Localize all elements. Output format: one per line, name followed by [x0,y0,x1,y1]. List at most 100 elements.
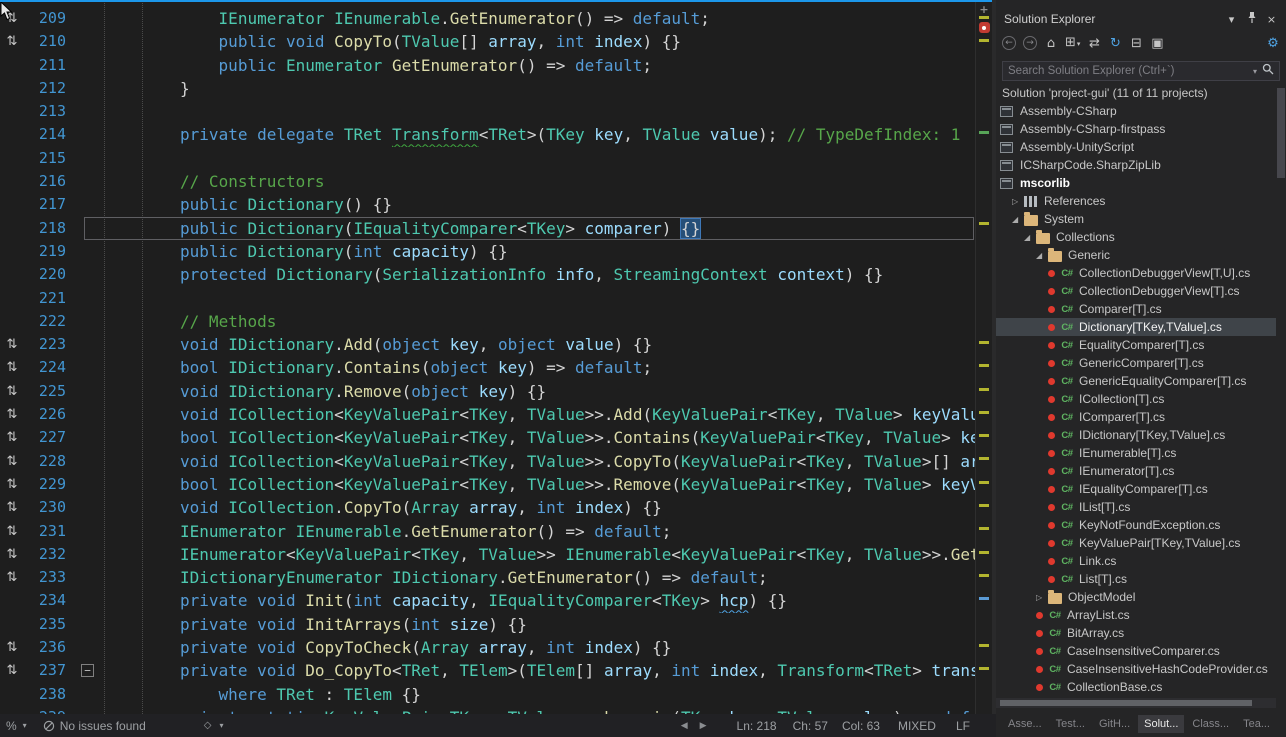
interface-impl-arrows-icon[interactable]: ⇅ [0,496,24,519]
line-number[interactable]: 226 [24,403,74,426]
tree-item-collectiondebuggerview-t-u-cs[interactable]: C#CollectionDebuggerView[T,U].cs [996,264,1276,282]
issues-summary[interactable]: No issues found [43,719,146,733]
cursor-char-indicator[interactable]: Ch: 57 [793,719,828,733]
code-line[interactable]: ⇅224bool IDictionary.Contains(object key… [0,356,992,379]
tree-item-assembly-csharp[interactable]: Assembly-CSharp [996,102,1276,120]
expanded-arrow-icon[interactable]: ◢ [1036,251,1048,260]
fold-margin[interactable] [74,426,103,449]
fold-margin[interactable] [74,147,103,170]
fold-margin[interactable] [74,123,103,146]
code-line[interactable]: 211public Enumerator GetEnumerator() => … [0,54,992,77]
fold-margin[interactable] [74,310,103,333]
code-line[interactable]: 222// Methods [0,310,992,333]
code-editor[interactable]: ⇅209IEnumerator IEnumerable.GetEnumerato… [0,0,992,714]
code-line[interactable]: 218public Dictionary(IEqualityComparer<T… [0,217,992,240]
code-line[interactable]: ⇅228void ICollection<KeyValuePair<TKey, … [0,450,992,473]
fold-margin[interactable] [74,403,103,426]
cursor-line-indicator[interactable]: Ln: 218 [737,719,777,733]
collapsed-arrow-icon[interactable]: ▷ [1036,593,1048,602]
interface-impl-arrows-icon[interactable]: ⇅ [0,520,24,543]
panel-tab-gith[interactable]: GitH... [1093,715,1136,733]
code-line[interactable]: 234private void Init(int capacity, IEqua… [0,589,992,612]
line-number[interactable]: 218 [24,217,74,240]
code-line[interactable]: ⇅225void IDictionary.Remove(object key) … [0,380,992,403]
interface-impl-arrows-icon[interactable]: ⇅ [0,636,24,659]
interface-impl-arrows-icon[interactable]: ⇅ [0,403,24,426]
code-line[interactable]: 217public Dictionary() {} [0,193,992,216]
properties-icon[interactable]: ⚙ [1266,36,1280,51]
switch-views-icon[interactable]: ⊞▾ [1065,35,1080,52]
code-line[interactable]: ⇅210public void CopyTo(TValue[] array, i… [0,30,992,53]
fold-margin[interactable] [74,30,103,53]
split-editor-handle-icon[interactable]: + [976,3,992,16]
line-number[interactable]: 219 [24,240,74,263]
code-line[interactable]: 221 [0,287,992,310]
line-number[interactable]: 230 [24,496,74,519]
tree-item-bitarray-cs[interactable]: C#BitArray.cs [996,624,1276,642]
sync-with-active-document-icon[interactable]: ⇄ [1087,36,1101,51]
line-number[interactable]: 239 [24,706,74,714]
code-line[interactable]: ⇅232IEnumerator<KeyValuePair<TKey, TValu… [0,543,992,566]
line-number[interactable]: 210 [24,30,74,53]
fold-margin[interactable] [74,333,103,356]
line-number[interactable]: 221 [24,287,74,310]
tree-item-assembly-csharp-firstpass[interactable]: Assembly-CSharp-firstpass [996,120,1276,138]
code-line[interactable]: 235private void InitArrays(int size) {} [0,613,992,636]
tree-horizontal-scrollbar[interactable] [996,698,1276,708]
code-line[interactable]: ⇅233IDictionaryEnumerator IDictionary.Ge… [0,566,992,589]
fold-margin[interactable] [74,54,103,77]
code-line[interactable]: 212} [0,77,992,100]
fold-margin[interactable] [74,100,103,123]
fold-margin[interactable] [74,706,103,714]
tree-item-ienumerator-t-cs[interactable]: C#IEnumerator[T].cs [996,462,1276,480]
fold-margin[interactable] [74,193,103,216]
code-line[interactable]: ⇅226void ICollection<KeyValuePair<TKey, … [0,403,992,426]
line-number[interactable]: 211 [24,54,74,77]
interface-impl-arrows-icon[interactable]: ⇅ [0,566,24,589]
fold-margin[interactable] [74,520,103,543]
tree-item-genericequalitycomparer-t-cs[interactable]: C#GenericEqualityComparer[T].cs [996,372,1276,390]
fold-margin[interactable] [74,496,103,519]
tree-item-iequalitycomparer-t-cs[interactable]: C#IEqualityComparer[T].cs [996,480,1276,498]
line-number[interactable]: 213 [24,100,74,123]
back-icon[interactable]: ← [1002,36,1016,50]
tree-item-ienumerable-t-cs[interactable]: C#IEnumerable[T].cs [996,444,1276,462]
tree-item-icsharpcode-sharpziplib[interactable]: ICSharpCode.SharpZipLib [996,156,1276,174]
scroll-left-icon[interactable]: ◀ [681,721,688,731]
cursor-column-indicator[interactable]: Col: 63 [842,719,880,733]
interface-impl-arrows-icon[interactable]: ⇅ [0,450,24,473]
tree-item-generic[interactable]: ◢Generic [996,246,1276,264]
line-number[interactable]: 232 [24,543,74,566]
tree-item-ilist-t-cs[interactable]: C#IList[T].cs [996,498,1276,516]
line-number[interactable]: 225 [24,380,74,403]
tree-item-comparer-t-cs[interactable]: C#Comparer[T].cs [996,300,1276,318]
tree-item-objectmodel[interactable]: ▷ObjectModel [996,588,1276,606]
code-line[interactable]: 238where TRet : TElem {} [0,683,992,706]
fold-margin[interactable] [74,240,103,263]
fold-margin[interactable] [74,636,103,659]
line-number[interactable]: 238 [24,683,74,706]
panel-tab-test[interactable]: Test... [1050,715,1091,733]
fold-margin[interactable] [74,683,103,706]
line-number[interactable]: 217 [24,193,74,216]
tree-item-equalitycomparer-t-cs[interactable]: C#EqualityComparer[T].cs [996,336,1276,354]
encoding-indicator[interactable]: MIXED [898,719,936,733]
fold-margin[interactable] [74,170,103,193]
refresh-icon[interactable]: ↻ [1108,36,1122,51]
tree-item-solution-project-gui-11-of-11-projects[interactable]: Solution 'project-gui' (11 of 11 project… [996,84,1276,102]
code-line[interactable]: 219public Dictionary(int capacity) {} [0,240,992,263]
code-line[interactable]: ⇅229bool ICollection<KeyValuePair<TKey, … [0,473,992,496]
interface-impl-arrows-icon[interactable]: ⇅ [0,426,24,449]
code-line[interactable]: ⇅231IEnumerator IEnumerable.GetEnumerato… [0,520,992,543]
fold-collapse-icon[interactable]: − [81,664,94,677]
fold-margin[interactable] [74,263,103,286]
search-options-chevron-icon[interactable]: ▾ [1253,67,1257,76]
line-number[interactable]: 212 [24,77,74,100]
fold-margin[interactable] [74,217,103,240]
tree-item-references[interactable]: ▷References [996,192,1276,210]
document-health-chevron-icon[interactable]: ▾ [219,721,223,730]
panel-tab-solut[interactable]: Solut... [1138,715,1184,733]
expanded-arrow-icon[interactable]: ◢ [1012,215,1024,224]
close-icon[interactable]: × [1263,13,1280,26]
tree-item-system[interactable]: ◢System [996,210,1276,228]
